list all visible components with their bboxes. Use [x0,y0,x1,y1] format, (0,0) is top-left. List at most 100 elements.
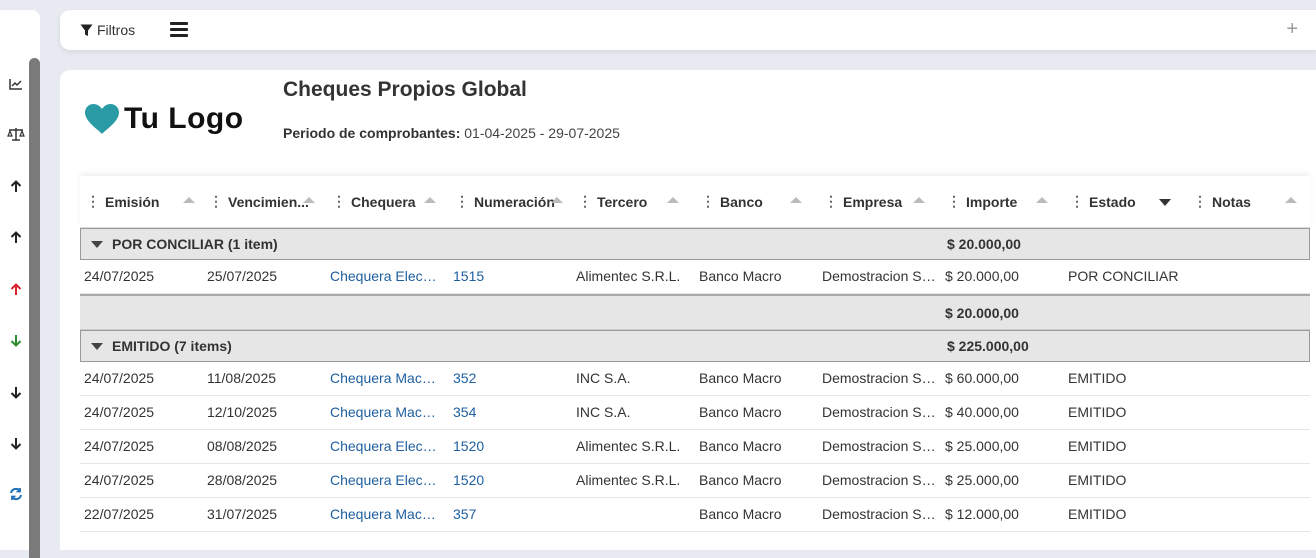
cell-estado: EMITIDO [1068,506,1127,522]
table-row[interactable]: 24/07/2025 08/08/2025 Chequera Electronica… [80,430,1310,464]
cell-empresa: Demostracion S.A. [822,472,937,488]
cell-emision: 24/07/2025 [84,472,155,488]
cell-numeracion-link[interactable]: 354 [453,404,563,420]
sort-asc-icon[interactable] [1285,197,1297,203]
period-label: Periodo de comprobantes: [283,125,461,141]
arrow-down-icon[interactable] [6,433,26,453]
balance-scale-icon[interactable] [6,124,26,144]
cell-numeracion-link[interactable]: 352 [453,370,563,386]
sort-asc-icon[interactable] [303,197,315,203]
cell-chequera-link[interactable]: Chequera Macro Fisica [330,370,440,386]
sort-asc-icon[interactable] [1036,197,1048,203]
group-row-por-conciliar[interactable]: POR CONCILIAR (1 item) $ 20.000,00 [80,228,1310,260]
cell-numeracion-link[interactable]: 1515 [453,268,563,284]
cell-banco: Banco Macro [699,472,782,488]
column-menu-icon[interactable]: ⋮ [701,193,715,210]
refresh-icon[interactable] [6,484,26,504]
cell-chequera-link[interactable]: Chequera Electronica [330,472,440,488]
cell-numeracion-link[interactable]: 1520 [453,472,563,488]
cell-importe: $ 25.000,00 [945,472,1019,488]
cell-numeracion-link[interactable]: 1520 [453,438,563,454]
table-row[interactable]: 24/07/2025 12/10/2025 Chequera Macro Fisic… [80,396,1310,430]
table-row[interactable]: 24/07/2025 11/08/2025 Chequera Macro Fisic… [80,362,1310,396]
rail-scrollbar[interactable] [29,58,40,558]
cell-chequera-link[interactable]: Chequera Macro Fisica [330,506,440,522]
cell-numeracion-link[interactable]: 357 [453,506,563,522]
cell-tercero: INC S.A. [576,404,631,420]
cell-banco: Banco Macro [699,438,782,454]
hamburger-icon[interactable] [170,20,192,40]
column-menu-icon[interactable]: ⋮ [947,193,961,210]
plus-icon[interactable]: + [1286,19,1298,39]
collapse-caret-icon[interactable] [91,343,103,350]
line-chart-icon[interactable] [6,74,26,94]
grid-header: ⋮ Emisión ⋮ Vencimien... ⋮ Chequera ⋮ Numera… [80,176,1310,228]
cell-empresa: Demostracion S.A. [822,506,937,522]
column-menu-icon[interactable]: ⋮ [1070,193,1084,210]
col-header-notas[interactable]: ⋮ Notas [1193,176,1303,227]
column-menu-icon[interactable]: ⋮ [332,193,346,210]
arrow-up-red-icon[interactable] [6,279,26,299]
column-menu-icon[interactable]: ⋮ [578,193,592,210]
column-menu-icon[interactable]: ⋮ [1193,193,1207,210]
cell-empresa: Demostracion S.A. [822,268,937,284]
filters-button[interactable]: Filtros [80,20,135,40]
cell-banco: Banco Macro [699,370,782,386]
sort-asc-icon[interactable] [913,197,925,203]
group-row-emitido[interactable]: EMITIDO (7 items) $ 225.000,00 [80,330,1310,362]
cell-vencimiento: 28/08/2025 [207,472,278,488]
sort-asc-icon[interactable] [551,197,563,203]
cell-importe: $ 40.000,00 [945,404,1019,420]
sort-asc-icon[interactable] [183,197,195,203]
column-menu-icon[interactable]: ⋮ [209,193,223,210]
cell-importe: $ 60.000,00 [945,370,1019,386]
col-header-numeracion[interactable]: ⋮ Numeración [455,176,563,227]
arrow-down-green-icon[interactable] [6,330,26,350]
sort-asc-icon[interactable] [667,197,679,203]
col-header-tercero[interactable]: ⋮ Tercero [578,176,685,227]
cell-importe: $ 25.000,00 [945,438,1019,454]
col-header-importe[interactable]: ⋮ Importe [947,176,1054,227]
arrow-up-icon[interactable] [6,227,26,247]
table-row[interactable]: 24/07/2025 28/08/2025 Chequera Electronica… [80,464,1310,498]
group-label: POR CONCILIAR (1 item) [112,236,278,252]
cell-banco: Banco Macro [699,506,782,522]
cell-chequera-link[interactable]: Chequera Electronica [330,438,440,454]
sort-desc-icon[interactable] [1159,199,1171,206]
cell-estado: EMITIDO [1068,370,1127,386]
cell-banco: Banco Macro [699,268,782,284]
col-header-chequera[interactable]: ⋮ Chequera [332,176,442,227]
col-header-estado[interactable]: ⋮ Estado [1070,176,1177,227]
cell-vencimiento: 12/10/2025 [207,404,278,420]
col-header-emision[interactable]: ⋮ Emisión [86,176,201,227]
cell-vencimiento: 31/07/2025 [207,506,278,522]
arrow-up-icon[interactable] [6,176,26,196]
cell-chequera-link[interactable]: Chequera Macro Fisica [330,404,440,420]
cell-vencimiento: 25/07/2025 [207,268,278,284]
sort-asc-icon[interactable] [424,197,436,203]
col-header-vencimiento[interactable]: ⋮ Vencimien... [209,176,317,227]
column-menu-icon[interactable]: ⋮ [455,193,469,210]
group-total: $ 20.000,00 [947,236,1021,252]
cell-emision: 24/07/2025 [84,404,155,420]
cell-estado: EMITIDO [1068,472,1127,488]
col-header-banco[interactable]: ⋮ Banco [701,176,808,227]
cell-emision: 24/07/2025 [84,438,155,454]
cell-importe: $ 12.000,00 [945,506,1019,522]
column-menu-icon[interactable]: ⋮ [824,193,838,210]
cell-chequera-link[interactable]: Chequera Electronica [330,268,440,284]
col-header-empresa[interactable]: ⋮ Empresa [824,176,931,227]
column-menu-icon[interactable]: ⋮ [86,193,100,210]
cell-empresa: Demostracion S.A. [822,404,937,420]
cell-estado: EMITIDO [1068,404,1127,420]
company-logo: Tu Logo [84,102,244,136]
table-row[interactable]: 24/07/2025 25/07/2025 Chequera Electroni… [80,260,1310,294]
cell-emision: 24/07/2025 [84,268,155,284]
sort-asc-icon[interactable] [790,197,802,203]
arrow-down-icon[interactable] [6,382,26,402]
cell-tercero: Alimentec S.R.L. [576,472,681,488]
collapse-caret-icon[interactable] [91,241,103,248]
period-info: Periodo de comprobantes: 01-04-2025 - 29… [283,125,620,141]
cell-vencimiento: 11/08/2025 [207,370,277,386]
table-row[interactable]: 22/07/2025 31/07/2025 Chequera Macro Fisic… [80,498,1310,532]
